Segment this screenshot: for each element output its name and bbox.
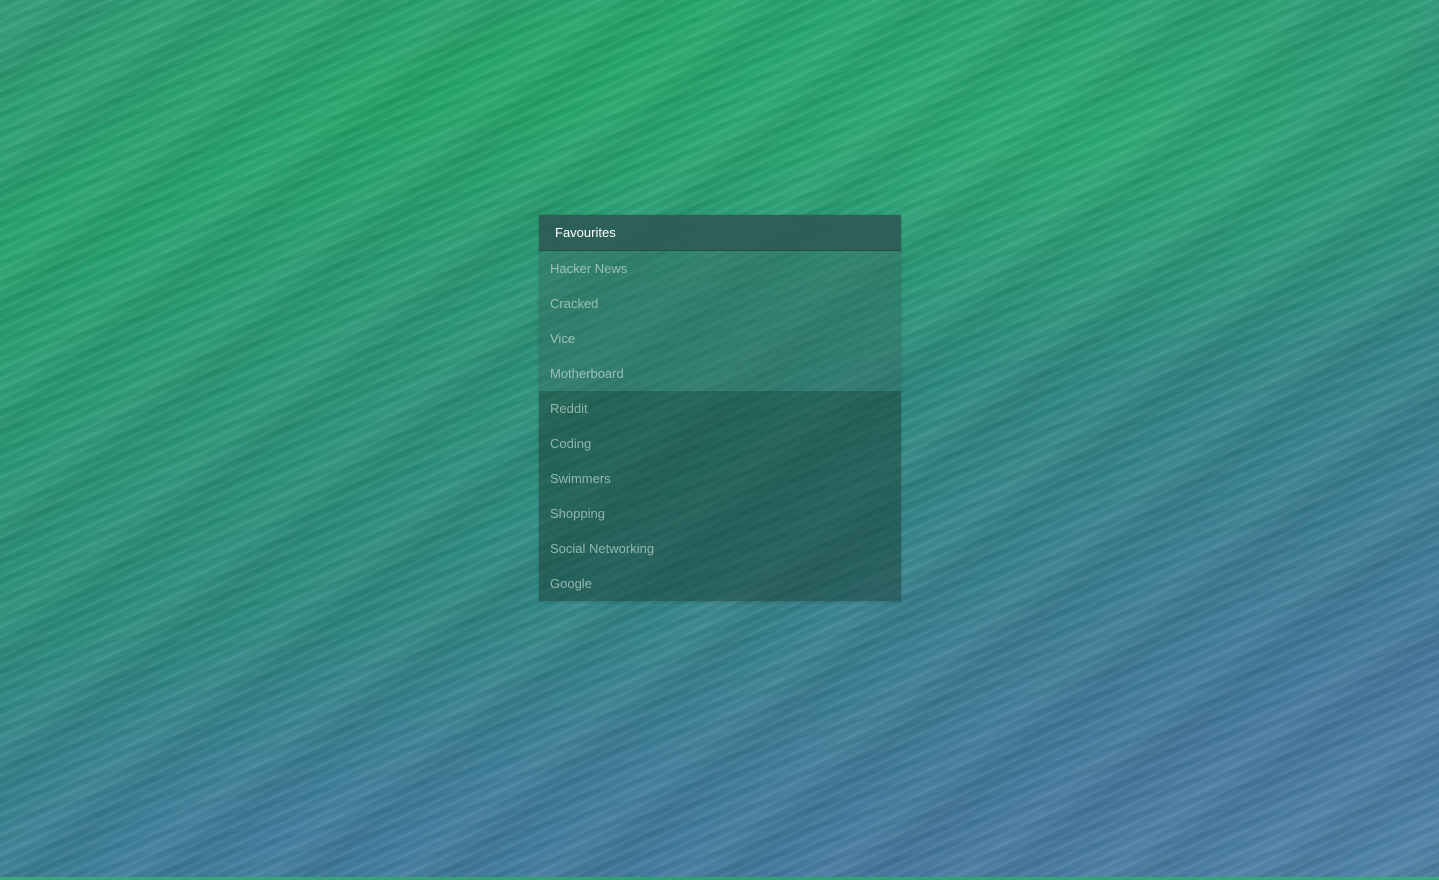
favourites-panel: Favourites Hacker News Cracked Vice Moth… bbox=[539, 215, 901, 602]
list-item-cracked[interactable]: Cracked bbox=[539, 286, 901, 321]
favourites-group-primary: Hacker News Cracked Vice Motherboard bbox=[539, 251, 901, 391]
list-item-shopping[interactable]: Shopping bbox=[539, 496, 901, 531]
list-item-coding[interactable]: Coding bbox=[539, 426, 901, 461]
list-item-hacker-news[interactable]: Hacker News bbox=[539, 251, 901, 286]
list-item-vice[interactable]: Vice bbox=[539, 321, 901, 356]
list-item-google[interactable]: Google bbox=[539, 566, 901, 601]
panel-title: Favourites bbox=[539, 215, 901, 251]
favourites-group-secondary: Reddit Coding Swimmers Shopping Social N… bbox=[539, 391, 901, 601]
list-item-swimmers[interactable]: Swimmers bbox=[539, 461, 901, 496]
list-item-reddit[interactable]: Reddit bbox=[539, 391, 901, 426]
list-item-social-networking[interactable]: Social Networking bbox=[539, 531, 901, 566]
list-item-motherboard[interactable]: Motherboard bbox=[539, 356, 901, 391]
